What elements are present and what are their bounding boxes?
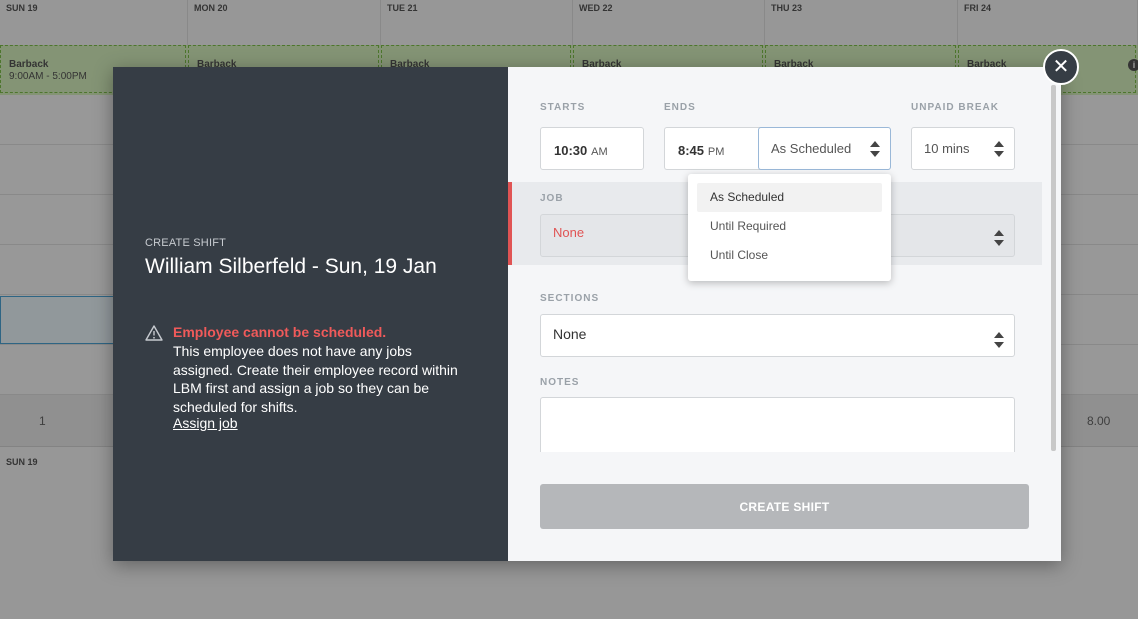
ends-time-input[interactable]: 8:45 PM xyxy=(664,127,764,170)
select-arrows-icon xyxy=(994,140,1004,157)
close-icon[interactable]: ✕ xyxy=(1043,49,1079,85)
dropdown-option-until-required[interactable]: Until Required xyxy=(697,212,882,241)
sections-select[interactable]: None xyxy=(540,314,1015,357)
job-label: JOB xyxy=(540,193,564,204)
ends-mode-value: As Scheduled xyxy=(771,141,852,156)
starts-label: STARTS xyxy=(540,102,586,113)
unpaid-break-value: 10 mins xyxy=(924,141,970,156)
modal-title: William Silberfeld - Sun, 19 Jan xyxy=(145,255,437,278)
shift-form: STARTS 10:30 AM ENDS 8:45 PM As Schedule… xyxy=(508,67,1061,561)
select-arrows-icon xyxy=(994,229,1004,246)
ends-ampm: PM xyxy=(707,146,725,158)
ends-mode-dropdown: As Scheduled Until Required Until Close xyxy=(688,174,891,281)
starts-ampm: AM xyxy=(591,146,608,158)
ends-mode-select[interactable]: As Scheduled xyxy=(758,127,891,170)
assign-job-link[interactable]: Assign job xyxy=(173,415,238,431)
create-shift-button[interactable]: CREATE SHIFT xyxy=(540,484,1029,529)
form-scrollbar[interactable] xyxy=(1051,85,1056,451)
ends-label: ENDS xyxy=(664,102,696,113)
unpaid-break-label: UNPAID BREAK xyxy=(911,102,999,113)
dropdown-option-until-close[interactable]: Until Close xyxy=(697,241,882,270)
starts-time-input[interactable]: 10:30 AM xyxy=(540,127,644,170)
sections-label: SECTIONS xyxy=(540,293,600,304)
notes-label: NOTES xyxy=(540,377,580,388)
dropdown-option-as-scheduled[interactable]: As Scheduled xyxy=(697,183,882,212)
unpaid-break-select[interactable]: 10 mins xyxy=(911,127,1015,170)
starts-time-value: 10:30 xyxy=(554,143,588,158)
create-shift-modal: CREATE SHIFT William Silberfeld - Sun, 1… xyxy=(113,67,1061,561)
warning-title: Employee cannot be scheduled. xyxy=(173,324,387,340)
modal-info-panel: CREATE SHIFT William Silberfeld - Sun, 1… xyxy=(113,67,508,561)
ends-time-value: 8:45 xyxy=(678,143,705,158)
warning-triangle-icon xyxy=(145,325,163,341)
warning-message: This employee does not have any jobs ass… xyxy=(173,343,458,415)
modal-label: CREATE SHIFT xyxy=(145,237,227,249)
select-arrows-icon xyxy=(870,140,880,157)
sections-value: None xyxy=(553,326,587,342)
job-value: None xyxy=(553,225,585,240)
select-arrows-icon xyxy=(994,332,1004,349)
